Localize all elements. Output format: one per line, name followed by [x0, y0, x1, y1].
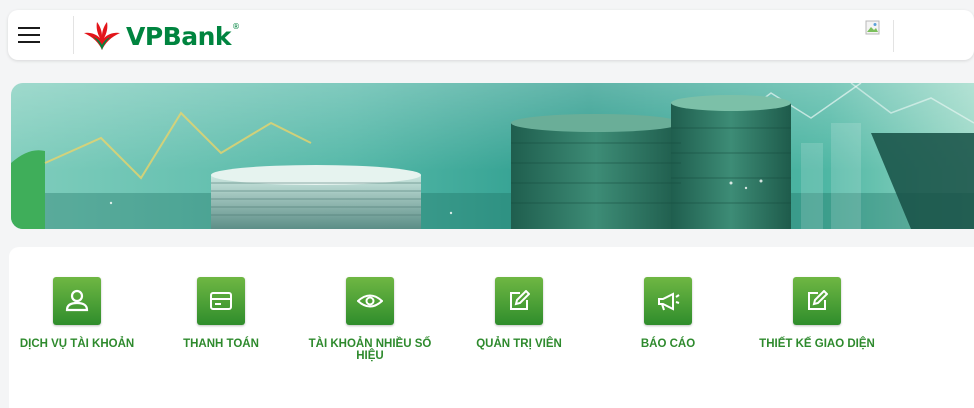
tile-quan-tri-vien[interactable]: QUẢN TRỊ VIÊN [444, 277, 594, 350]
megaphone-icon [644, 277, 692, 325]
top-header: VPBank® [8, 10, 974, 60]
hamburger-menu-icon[interactable] [18, 24, 42, 46]
coins-finance-banner [11, 83, 974, 229]
services-panel: DỊCH VỤ TÀI KHOẢN THANH TOÁN TÀI KHOẢN N… [9, 247, 974, 408]
avatar[interactable] [863, 20, 894, 52]
tile-label: BÁO CÁO [640, 338, 696, 350]
tile-bao-cao[interactable]: BÁO CÁO [593, 277, 743, 350]
tile-thanh-toan[interactable]: THANH TOÁN [146, 277, 296, 350]
tile-label: TÀI KHOẢN NHIỀU SỐ HIỆU [308, 338, 432, 362]
eye-icon [346, 277, 394, 325]
tile-label: THIẾT KẾ GIAO DIỆN [759, 338, 875, 350]
tile-label: DỊCH VỤ TÀI KHOẢN [19, 338, 135, 350]
hero-banner [11, 83, 974, 229]
tile-tai-khoan-nhieu-so-hieu[interactable]: TÀI KHOẢN NHIỀU SỐ HIỆU [295, 277, 445, 362]
vpbank-logo[interactable]: VPBank® [82, 19, 240, 53]
broken-image-icon [865, 20, 880, 35]
header-divider [73, 16, 74, 54]
tile-label: QUẢN TRỊ VIÊN [476, 338, 562, 350]
tile-label: THANH TOÁN [183, 338, 259, 350]
vpbank-logo-icon [84, 22, 120, 50]
edit-icon [793, 277, 841, 325]
edit-icon [495, 277, 543, 325]
card-icon [197, 277, 245, 325]
vpbank-logo-text: VPBank® [126, 21, 240, 51]
tile-thiet-ke-giao-dien[interactable]: THIẾT KẾ GIAO DIỆN [742, 277, 892, 350]
tile-dich-vu-tai-khoan[interactable]: DỊCH VỤ TÀI KHOẢN [2, 277, 152, 350]
user-icon [53, 277, 101, 325]
